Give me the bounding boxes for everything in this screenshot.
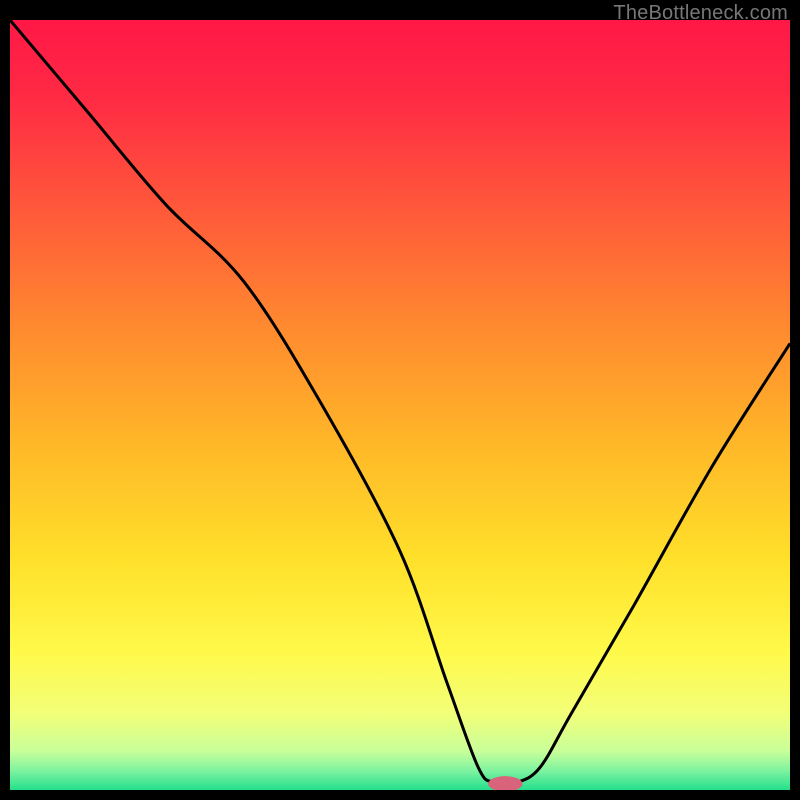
bottleneck-chart	[10, 20, 790, 790]
gradient-background	[10, 20, 790, 790]
chart-frame	[10, 20, 790, 790]
